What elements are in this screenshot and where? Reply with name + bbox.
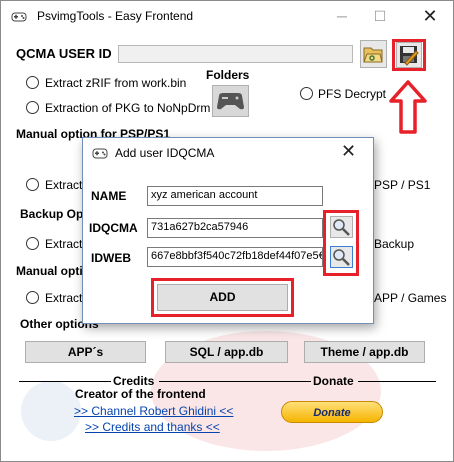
extract-pkg-label: Extraction of PKG to NoNpDrm xyxy=(45,101,211,115)
theme-app-db-button[interactable]: Theme / app.db xyxy=(304,341,425,363)
donate-label: Donate xyxy=(313,374,354,388)
extract-zrif-radio[interactable] xyxy=(26,76,39,89)
folders-button[interactable] xyxy=(212,85,249,117)
idqcma-field[interactable]: 731a627b2ca57946 xyxy=(147,218,323,238)
gamepad-icon xyxy=(11,12,27,22)
pfs-decrypt-radio[interactable] xyxy=(300,87,313,100)
close-button[interactable]: ✕ xyxy=(407,1,453,31)
sql-app-db-button[interactable]: SQL / app.db xyxy=(165,341,288,363)
dialog-title-bar: Add user IDQCMA ✕ xyxy=(83,138,373,168)
row1-right-label: PSP / PS1 xyxy=(374,178,431,192)
title-bar: PsvimgTools - Easy Frontend ─ ☐ ✕ xyxy=(1,1,453,31)
save-user-button[interactable] xyxy=(396,42,422,68)
up-arrow-icon xyxy=(389,80,427,134)
channel-link[interactable]: >> Channel Robert Ghidini << xyxy=(74,404,233,418)
window-title: PsvimgTools - Easy Frontend xyxy=(37,9,194,23)
extract-zrif-label: Extract zRIF from work.bin xyxy=(45,76,187,90)
search-idweb-button[interactable] xyxy=(330,246,353,268)
row2-radio[interactable] xyxy=(26,237,39,250)
row3-radio[interactable] xyxy=(26,291,39,304)
idweb-field[interactable]: 667e8bbf3f540c72fb18def44f07e5€ xyxy=(147,247,323,267)
extract-pkg-radio[interactable] xyxy=(26,101,39,114)
gamepad-icon xyxy=(92,148,108,159)
magnifier-icon xyxy=(333,249,350,266)
magnifier-icon xyxy=(333,219,350,236)
pfs-decrypt-label: PFS Decrypt xyxy=(318,87,387,101)
add-button[interactable]: ADD xyxy=(157,284,288,311)
apps-button[interactable]: APP´s xyxy=(25,341,146,363)
creator-label: Creator of the frontend xyxy=(75,387,206,401)
manual-section-label: Manual optio xyxy=(16,264,90,278)
row3-right-label: APP / Games xyxy=(374,291,447,305)
row1-radio[interactable] xyxy=(26,178,39,191)
idweb-label: IDWEB xyxy=(91,251,131,265)
donate-divider-right xyxy=(358,381,436,382)
row2-right-label: Backup xyxy=(374,237,415,251)
idqcma-label: IDQCMA xyxy=(89,221,138,235)
add-user-dialog: Add user IDQCMA ✕ NAME xyz american acco… xyxy=(82,137,374,324)
background-art-2 xyxy=(21,381,81,441)
name-field[interactable]: xyz american account xyxy=(147,186,323,206)
backup-section-label: Backup Op xyxy=(20,207,84,221)
donate-button-label: Donate xyxy=(313,407,351,419)
floppy-edit-icon xyxy=(400,46,419,66)
search-idqcma-button[interactable] xyxy=(330,216,353,238)
dialog-close-button[interactable]: ✕ xyxy=(341,141,356,162)
maximize-button[interactable]: ☐ xyxy=(357,1,403,31)
credits-divider-right xyxy=(159,381,311,382)
open-folder-icon xyxy=(363,47,383,63)
qcma-user-id-label: QCMA USER ID xyxy=(16,46,112,61)
credits-thanks-link[interactable]: >> Credits and thanks << xyxy=(85,420,220,434)
qcma-user-id-field[interactable] xyxy=(118,45,353,63)
credits-label: Credits xyxy=(113,374,155,388)
name-label: NAME xyxy=(91,189,127,203)
folders-label: Folders xyxy=(206,68,250,82)
credits-divider-left xyxy=(19,381,111,382)
open-folder-button[interactable] xyxy=(360,40,387,68)
dialog-title: Add user IDQCMA xyxy=(115,146,215,160)
gamepad-folder-icon xyxy=(217,93,244,110)
donate-button[interactable]: Donate xyxy=(281,401,383,423)
